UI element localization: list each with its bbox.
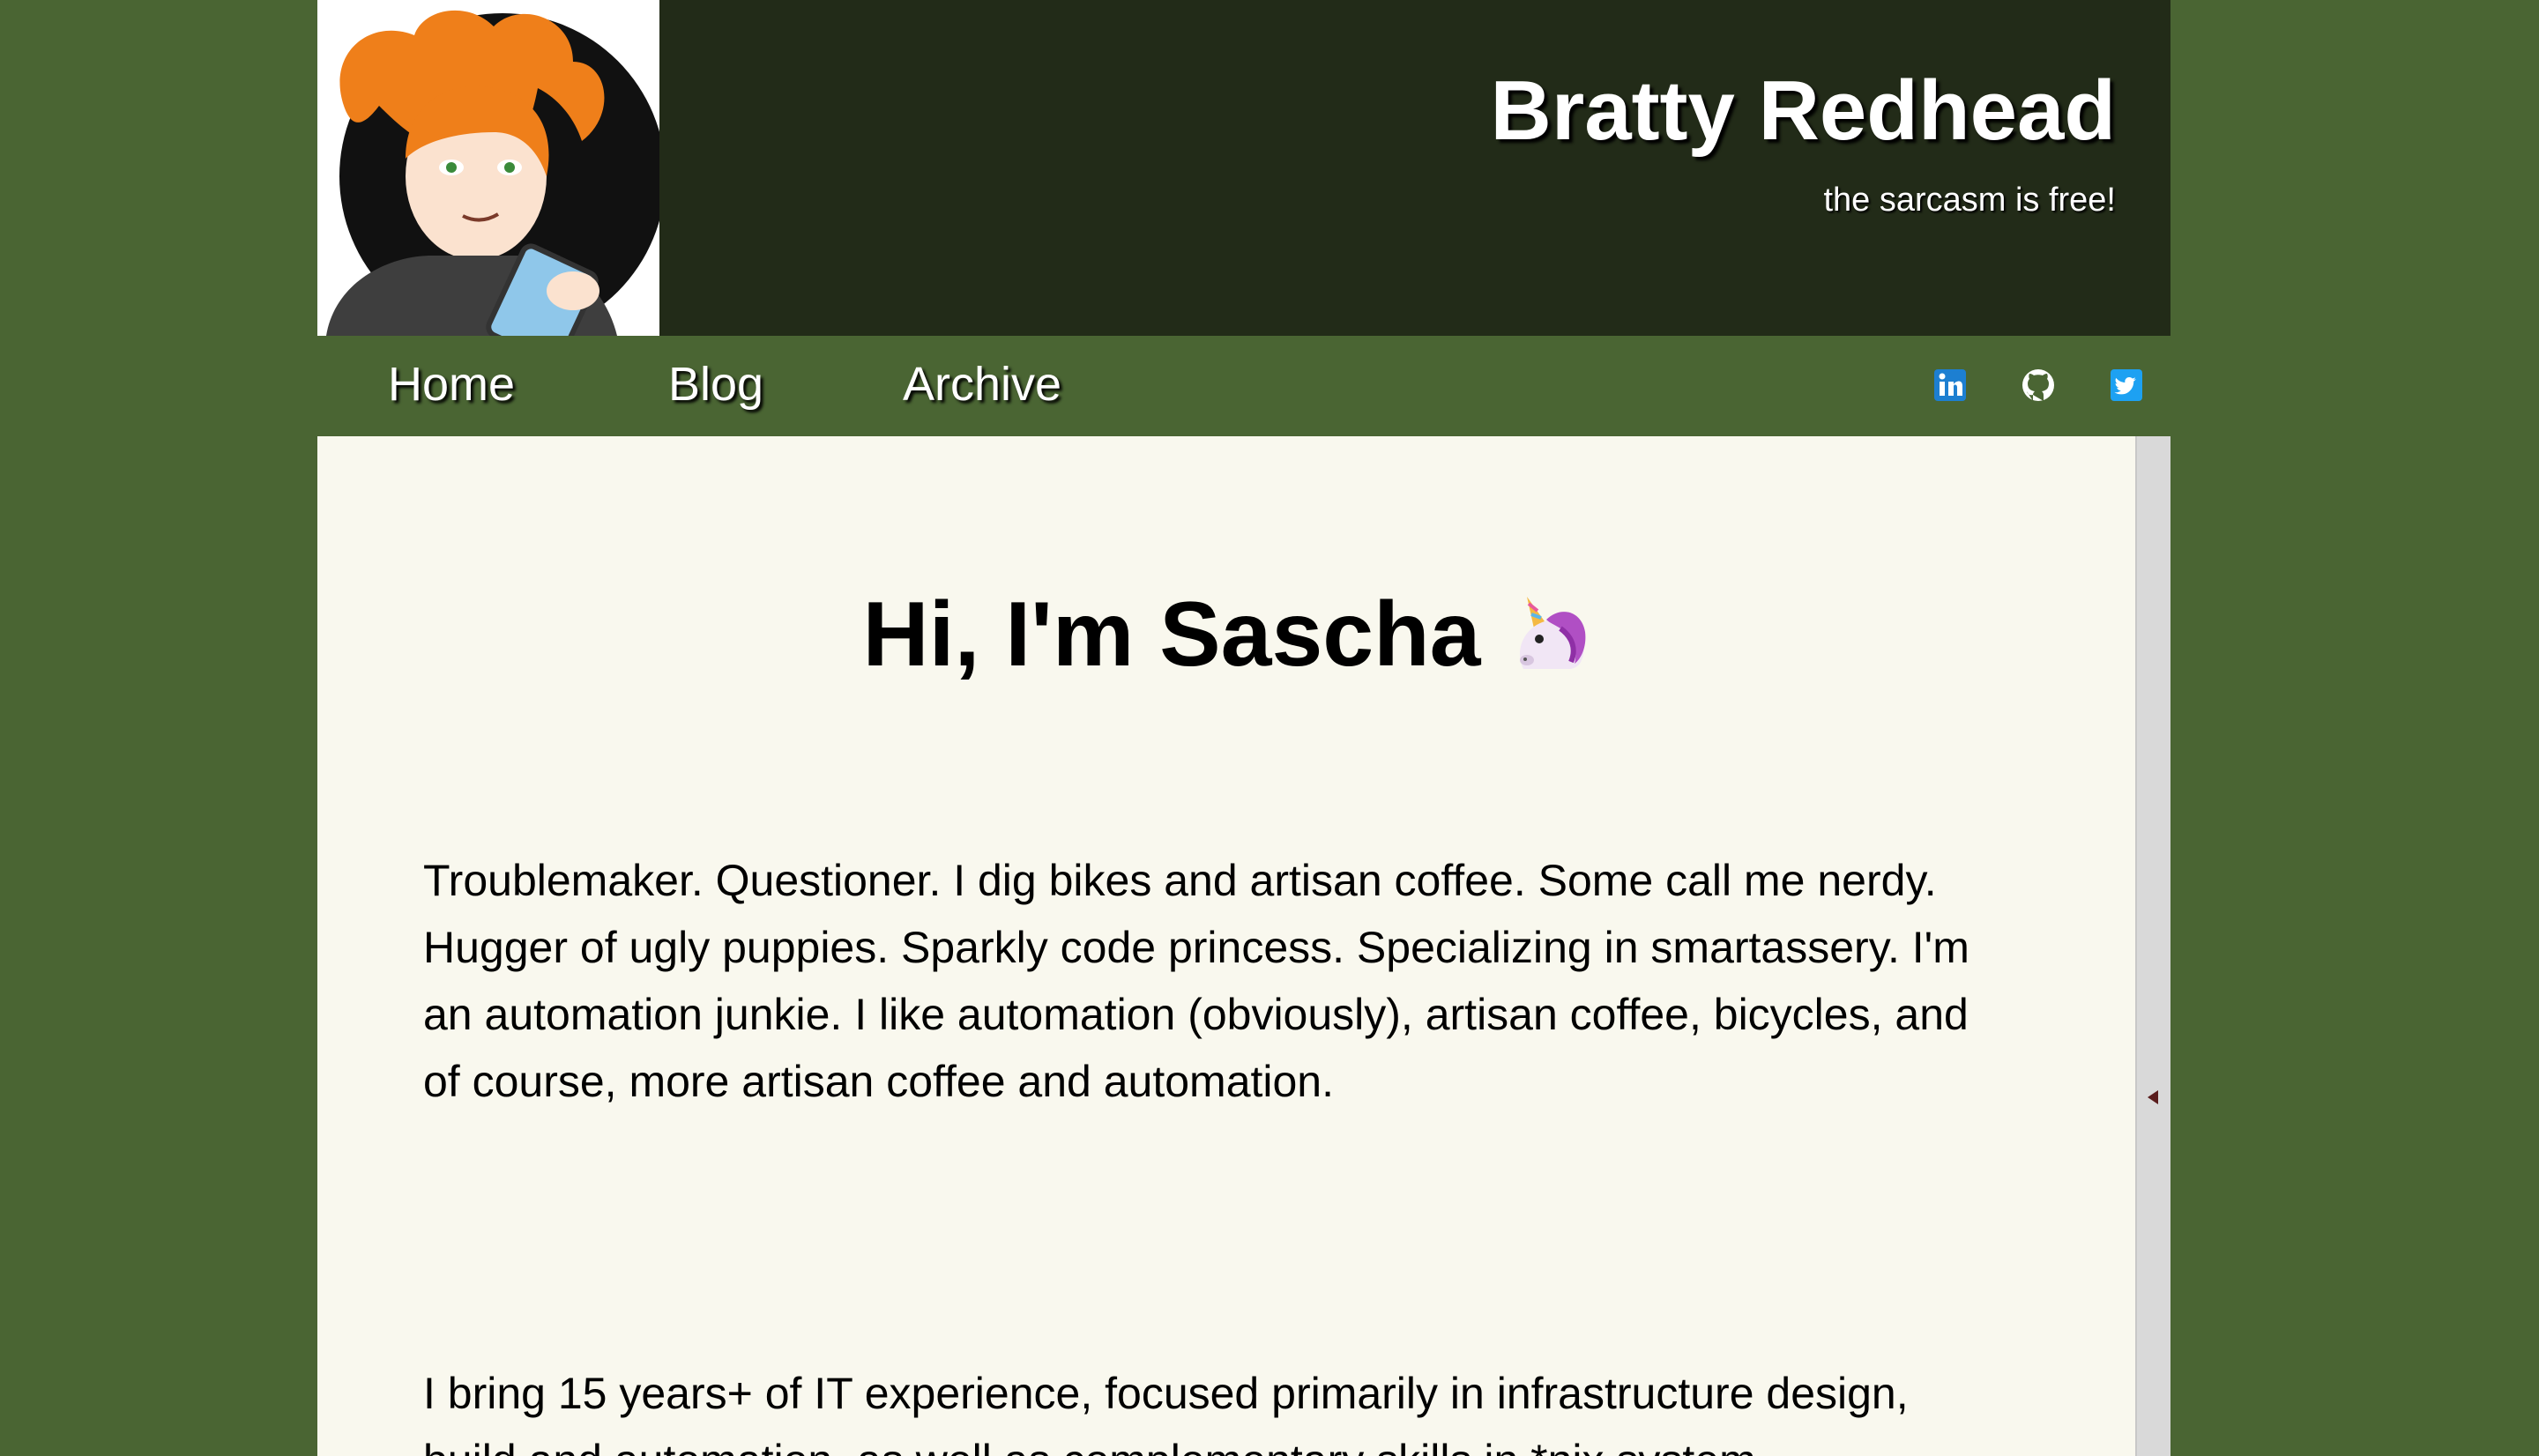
- unicorn-icon: [1508, 593, 1590, 676]
- intro-paragraph: Troublemaker. Questioner. I dig bikes an…: [423, 856, 1969, 1106]
- github-icon[interactable]: [2021, 368, 2056, 403]
- twitter-icon[interactable]: [2109, 368, 2144, 403]
- nav-blog[interactable]: Blog: [668, 360, 763, 408]
- scrollbar[interactable]: [2135, 436, 2170, 1456]
- avatar-illustration: [317, 0, 659, 336]
- experience-paragraph: I bring 15 years+ of IT experience, focu…: [423, 1369, 1909, 1456]
- page: Bratty Redhead the sarcasm is free! Home…: [317, 0, 2170, 1456]
- linkedin-icon[interactable]: [1932, 368, 1968, 403]
- avatar[interactable]: [317, 0, 659, 336]
- site-title[interactable]: Bratty Redhead: [1491, 69, 2117, 153]
- site-header: Bratty Redhead the sarcasm is free!: [317, 0, 2170, 336]
- main-nav: Home Blog Archive: [317, 336, 2170, 436]
- site-tagline: the sarcasm is free!: [1823, 182, 2116, 219]
- scroll-arrow-icon[interactable]: [2148, 1090, 2158, 1104]
- nav-home[interactable]: Home: [388, 360, 515, 408]
- page-heading: Hi, I'm Sascha: [317, 589, 2135, 680]
- main-content: Hi, I'm Sascha Troublemaker. Questioner.…: [317, 436, 2135, 1456]
- nav-archive[interactable]: Archive: [903, 360, 1061, 408]
- heading-text: Hi, I'm Sascha: [862, 583, 1481, 686]
